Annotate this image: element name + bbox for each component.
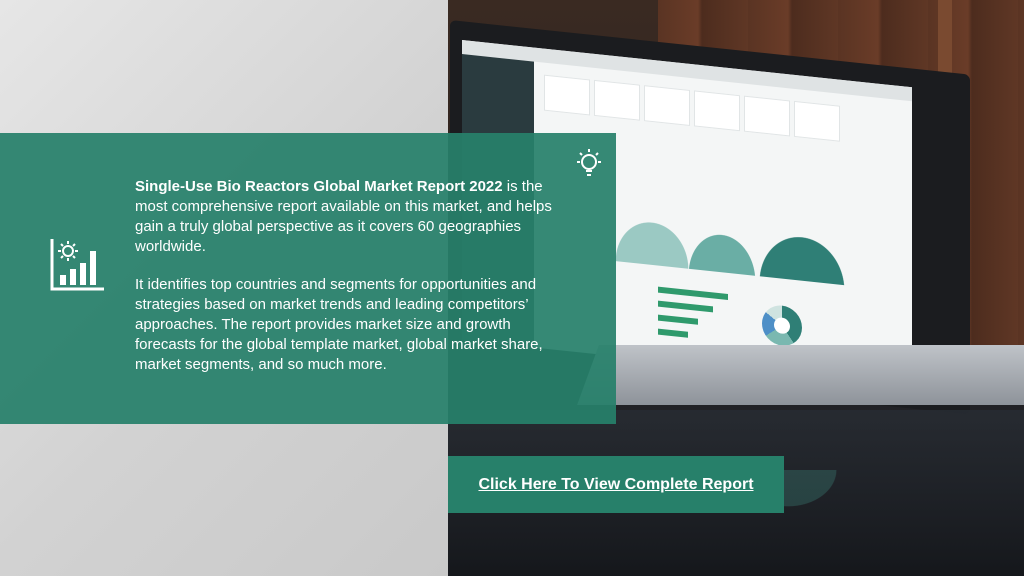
cta-box: Click Here To View Complete Report bbox=[448, 456, 784, 513]
kpi-card bbox=[744, 95, 790, 137]
lightbulb-icon bbox=[577, 149, 601, 176]
kpi-card bbox=[694, 90, 740, 132]
laptop-keyboard bbox=[577, 345, 1024, 405]
report-title: Single-Use Bio Reactors Global Market Re… bbox=[135, 178, 503, 195]
info-panel: Single-Use Bio Reactors Global Market Re… bbox=[0, 133, 616, 424]
kpi-card bbox=[544, 74, 590, 116]
details-paragraph: It identifies top countries and segments… bbox=[135, 276, 543, 373]
dashboard-donut-chart bbox=[762, 303, 802, 348]
dashboard-bar-list bbox=[658, 279, 738, 351]
kpi-card bbox=[644, 85, 690, 126]
kpi-card bbox=[794, 100, 840, 142]
bar-chart-icon bbox=[50, 239, 104, 291]
dashboard-area-chart bbox=[612, 170, 852, 286]
view-complete-report-link[interactable]: Click Here To View Complete Report bbox=[478, 476, 753, 494]
kpi-card bbox=[594, 79, 640, 121]
report-description: Single-Use Bio Reactors Global Market Re… bbox=[135, 177, 575, 393]
intro-paragraph: Single-Use Bio Reactors Global Market Re… bbox=[135, 177, 575, 257]
